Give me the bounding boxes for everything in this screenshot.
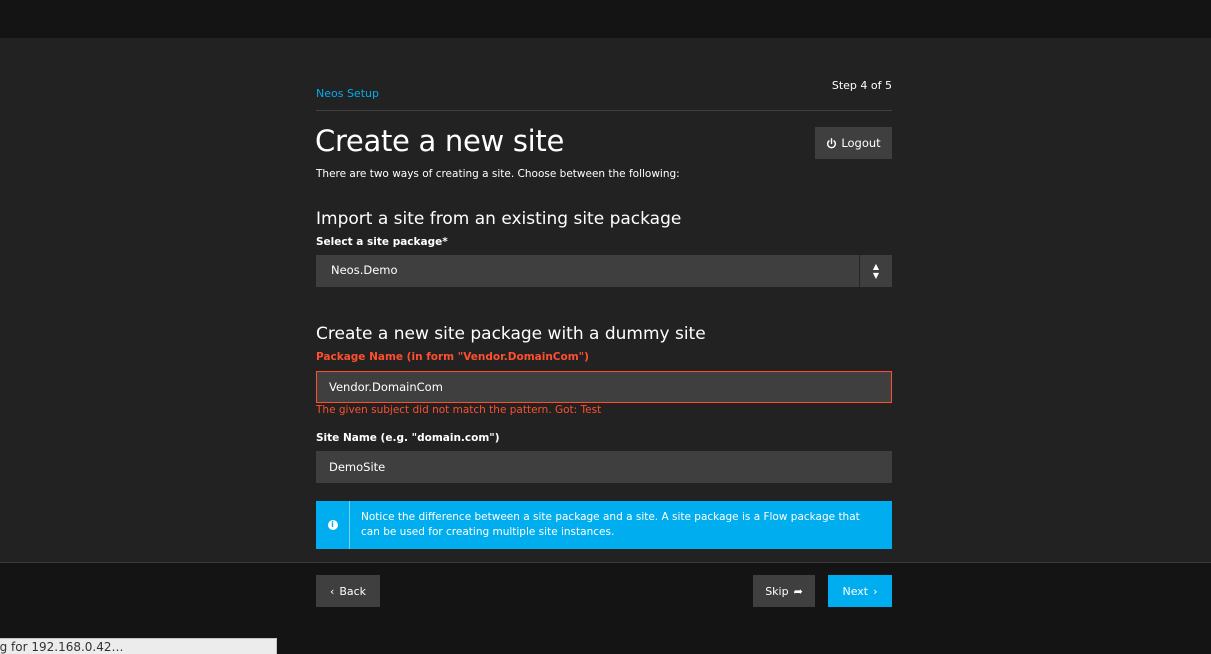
package-name-label: Package Name (in form "Vendor.DomainCom"… (316, 351, 589, 363)
logout-button[interactable]: Logout (815, 127, 892, 159)
neos-setup-link[interactable]: Neos Setup (316, 87, 379, 100)
skip-label: Skip (765, 584, 789, 598)
next-button[interactable]: Next › (828, 575, 892, 607)
chevron-left-icon: ‹ (329, 584, 335, 598)
info-text: Notice the difference between a site pac… (361, 511, 860, 538)
page-title: Create a new site (315, 124, 565, 158)
package-name-input[interactable] (316, 371, 892, 403)
browser-status-bar: ng for 192.168.0.42… (0, 638, 277, 654)
create-section-heading: Create a new site package with a dummy s… (316, 324, 706, 344)
main-panel (0, 38, 1211, 562)
info-icon-cell: i (316, 501, 350, 549)
package-name-error: The given subject did not match the patt… (316, 404, 602, 416)
site-name-label: Site Name (e.g. "domain.com") (316, 432, 500, 444)
chevron-right-icon: › (873, 584, 878, 598)
skip-button[interactable]: Skip ➦ (753, 575, 815, 607)
share-arrow-icon: ➦ (793, 584, 803, 598)
select-arrows-icon[interactable]: ▲ ▼ (859, 255, 892, 287)
top-bar (0, 0, 1211, 38)
header-divider (316, 110, 892, 111)
info-notice: i Notice the difference between a site p… (316, 501, 892, 549)
site-package-select[interactable]: Neos.Demo ▲ ▼ (316, 255, 892, 287)
back-label: Back (339, 584, 367, 598)
logout-label: Logout (841, 136, 881, 150)
info-icon: i (327, 520, 338, 530)
site-name-input[interactable] (316, 451, 892, 483)
step-indicator: Step 4 of 5 (831, 79, 892, 92)
back-button[interactable]: ‹ Back (316, 575, 380, 607)
intro-text: There are two ways of creating a site. C… (316, 168, 680, 180)
import-section-heading: Import a site from an existing site pack… (316, 209, 682, 229)
browser-status-text: ng for 192.168.0.42… (0, 640, 124, 654)
site-package-value: Neos.Demo (331, 263, 398, 277)
next-label: Next (842, 584, 869, 598)
site-package-label: Select a site package* (316, 236, 448, 248)
power-icon (827, 137, 837, 148)
